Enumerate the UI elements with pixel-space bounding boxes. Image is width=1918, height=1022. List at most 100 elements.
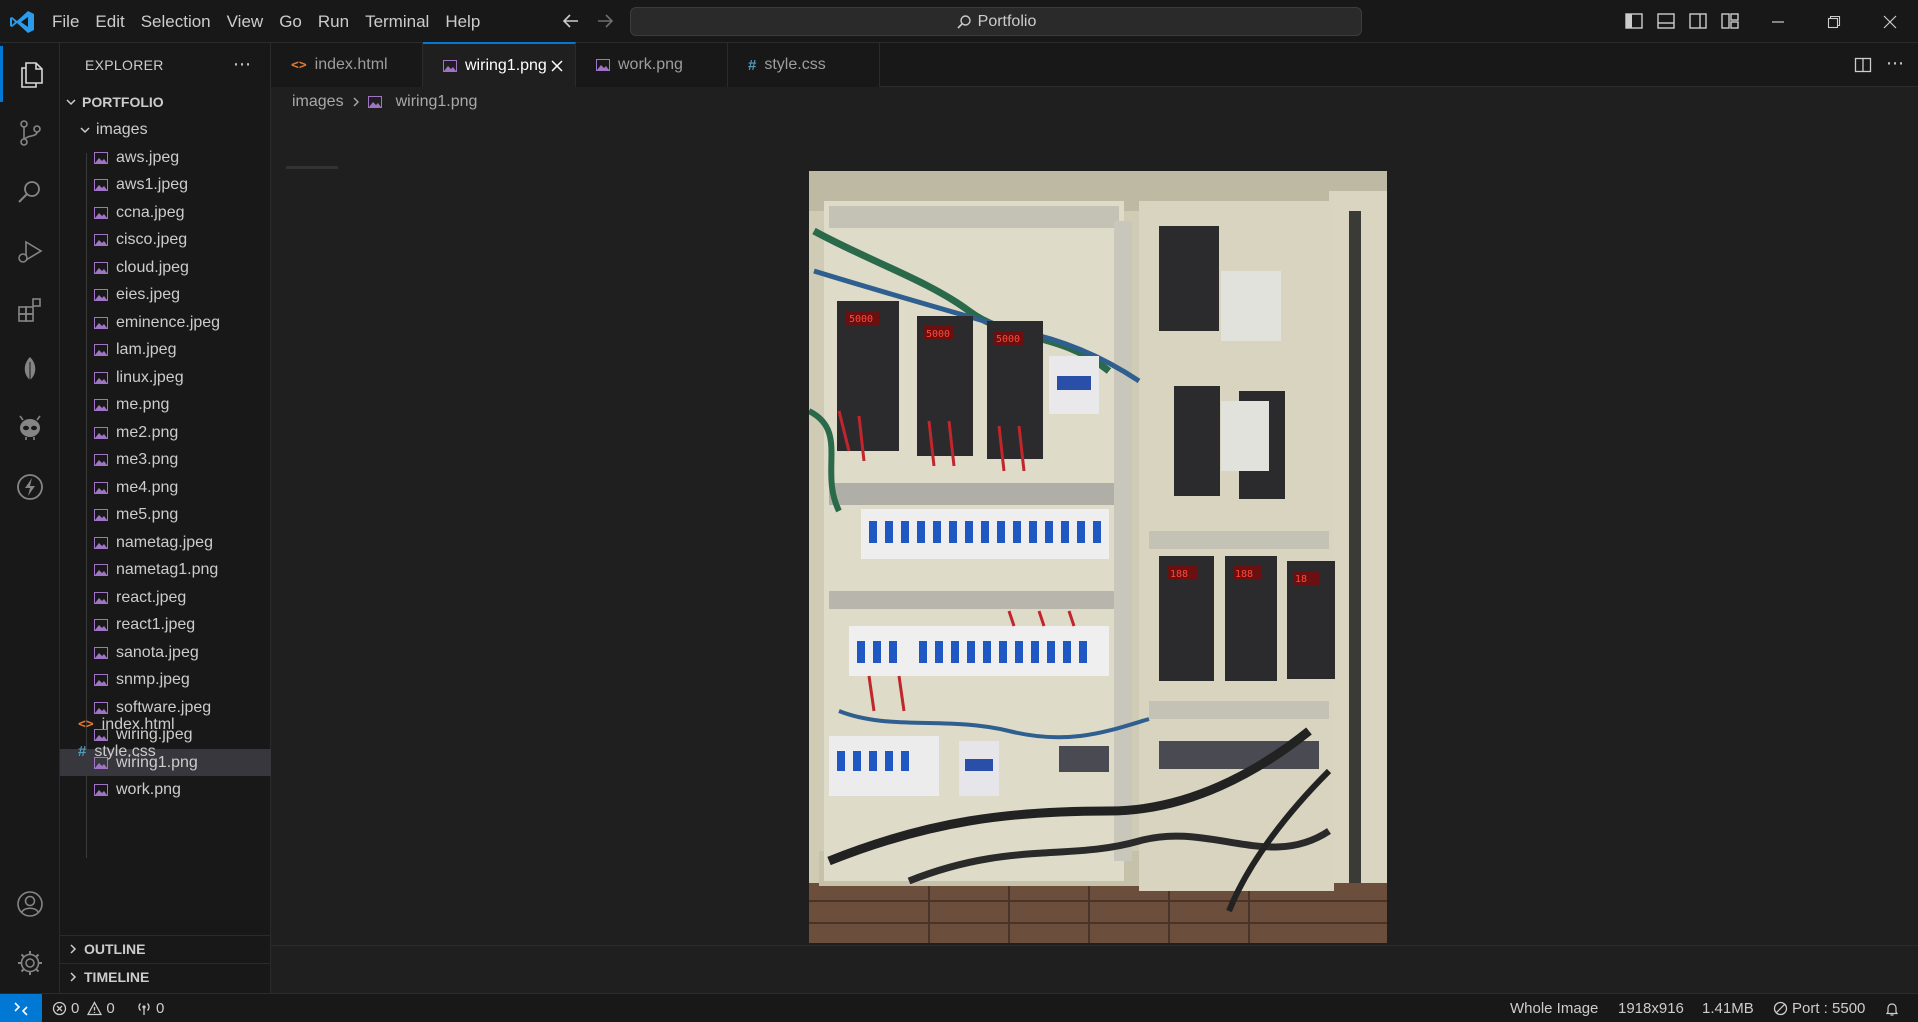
- image-file-item[interactable]: linux.jpeg: [60, 364, 271, 391]
- image-file-item[interactable]: eies.jpeg: [60, 282, 271, 309]
- menu-edit[interactable]: Edit: [87, 0, 132, 43]
- file-index-html[interactable]: <> index.html: [60, 711, 271, 738]
- forward-arrow-icon[interactable]: [594, 10, 616, 32]
- notifications-button[interactable]: [1884, 994, 1900, 1022]
- alien-extension-activity[interactable]: [0, 400, 60, 456]
- explorer-sidebar: EXPLORER ⋯ PORTFOLIO images aws.jpeg aws1…: [60, 43, 271, 993]
- accounts-activity[interactable]: [0, 876, 60, 932]
- menu-terminal[interactable]: Terminal: [357, 0, 437, 43]
- image-file-item[interactable]: me4.png: [60, 474, 271, 501]
- image-file-item[interactable]: cisco.jpeg: [60, 227, 271, 254]
- image-file-icon: [94, 371, 108, 384]
- image-file-item[interactable]: aws1.jpeg: [60, 172, 271, 199]
- image-file-item[interactable]: snmp.jpeg: [60, 667, 271, 694]
- image-file-item[interactable]: react.jpeg: [60, 584, 271, 611]
- menu-go[interactable]: Go: [271, 0, 310, 43]
- lightning-icon: [17, 474, 43, 500]
- close-window-button[interactable]: [1862, 0, 1918, 43]
- file-label: index.html: [101, 715, 175, 733]
- error-icon: [52, 1001, 67, 1016]
- search-activity[interactable]: [0, 164, 60, 220]
- problems-indicator[interactable]: 0 0: [52, 994, 115, 1022]
- image-dimensions-status: 1918x916: [1618, 994, 1684, 1022]
- outline-title: OUTLINE: [84, 941, 146, 957]
- image-file-item[interactable]: ccna.jpeg: [60, 199, 271, 226]
- root-folder-portfolio[interactable]: PORTFOLIO: [60, 88, 271, 115]
- file-label: lam.jpeg: [116, 341, 177, 358]
- image-file-item[interactable]: work.png: [60, 777, 271, 804]
- menu-selection[interactable]: Selection: [133, 0, 219, 43]
- image-file-item[interactable]: sanota.jpeg: [60, 639, 271, 666]
- image-file-icon: [94, 234, 108, 246]
- outline-section[interactable]: OUTLINE: [60, 935, 271, 962]
- run-debug-activity[interactable]: [0, 223, 60, 279]
- back-arrow-icon[interactable]: [560, 10, 582, 32]
- scroll-shadow: [286, 166, 338, 169]
- folder-images[interactable]: images: [60, 116, 271, 143]
- remote-indicator-button[interactable]: [0, 994, 42, 1022]
- image-file-item[interactable]: eminence.jpeg: [60, 309, 271, 336]
- image-file-icon: [94, 509, 108, 521]
- toggle-panel-icon[interactable]: [1656, 11, 1676, 31]
- image-file-item[interactable]: cloud.jpeg: [60, 254, 271, 281]
- file-style-css[interactable]: # style.css: [60, 738, 271, 765]
- image-file-item[interactable]: lam.jpeg: [60, 337, 271, 364]
- command-center-label: Portfolio: [977, 12, 1037, 30]
- close-tab-icon[interactable]: [549, 58, 565, 74]
- image-file-item[interactable]: me.png: [60, 392, 271, 419]
- mongodb-activity[interactable]: [0, 341, 60, 397]
- tab-style-css[interactable]: # style.css: [728, 43, 880, 87]
- image-file-icon: [94, 426, 108, 439]
- toggle-primary-sidebar-icon[interactable]: [1624, 11, 1644, 31]
- image-file-item[interactable]: nametag1.png: [60, 557, 271, 584]
- live-server-status[interactable]: Port : 5500: [1773, 994, 1865, 1022]
- more-actions-icon[interactable]: ⋯: [233, 54, 252, 75]
- image-preview[interactable]: 5000 5000 5000 188 188 18: [809, 171, 1387, 943]
- source-control-activity[interactable]: [0, 105, 60, 161]
- account-icon: [17, 891, 43, 917]
- zoom-status[interactable]: Whole Image: [1510, 994, 1598, 1022]
- menu-view[interactable]: View: [219, 0, 272, 43]
- chevron-right-icon: [70, 944, 77, 954]
- image-file-item[interactable]: me3.png: [60, 447, 271, 474]
- toggle-secondary-sidebar-icon[interactable]: [1688, 11, 1708, 31]
- image-file-item[interactable]: react1.jpeg: [60, 612, 271, 639]
- file-label: eies.jpeg: [116, 286, 181, 303]
- image-size-status: 1.41MB: [1702, 994, 1754, 1022]
- tab-work-png[interactable]: work.png: [576, 43, 728, 87]
- ports-indicator[interactable]: 0: [136, 994, 164, 1022]
- minimize-button[interactable]: [1750, 0, 1806, 43]
- restore-button[interactable]: [1806, 0, 1862, 43]
- image-file-item[interactable]: me5.png: [60, 502, 271, 529]
- image-file-icon: [94, 591, 108, 604]
- file-label: react.jpeg: [116, 588, 187, 606]
- image-file-item[interactable]: nametag.jpeg: [60, 529, 271, 556]
- menu-run[interactable]: Run: [310, 0, 357, 43]
- image-file-item[interactable]: aws.jpeg: [60, 144, 271, 171]
- timeline-section[interactable]: TIMELINE: [60, 963, 271, 990]
- ports-count: 0: [156, 1000, 165, 1017]
- manage-activity[interactable]: [0, 935, 60, 991]
- split-editor-icon[interactable]: [1854, 56, 1872, 74]
- breadcrumb-folder[interactable]: images: [292, 93, 344, 111]
- breadcrumb-file[interactable]: wiring1.png: [396, 93, 478, 111]
- extensions-icon: [18, 298, 41, 322]
- extensions-activity[interactable]: [0, 282, 60, 338]
- image-preview-editor: 5000 5000 5000 188 188 18: [271, 115, 1918, 945]
- file-label: me2.png: [116, 423, 179, 441]
- close-icon: [1883, 15, 1897, 28]
- thunder-client-activity[interactable]: [0, 459, 60, 515]
- more-actions-icon[interactable]: ⋯: [1886, 53, 1904, 74]
- warning-count: 0: [106, 1000, 115, 1017]
- explorer-header: EXPLORER ⋯: [60, 43, 270, 86]
- menu-help[interactable]: Help: [437, 0, 488, 43]
- image-file-icon: [94, 536, 108, 549]
- tab-wiring1-png[interactable]: wiring1.png: [423, 42, 576, 87]
- menu-file[interactable]: File: [44, 0, 87, 43]
- explorer-activity[interactable]: [0, 46, 60, 102]
- tab-index-html[interactable]: <> index.html: [271, 43, 423, 87]
- customize-layout-icon[interactable]: [1720, 11, 1740, 31]
- image-file-item[interactable]: me2.png: [60, 419, 271, 446]
- command-center-search[interactable]: Portfolio: [630, 7, 1362, 36]
- restore-icon: [1827, 15, 1841, 28]
